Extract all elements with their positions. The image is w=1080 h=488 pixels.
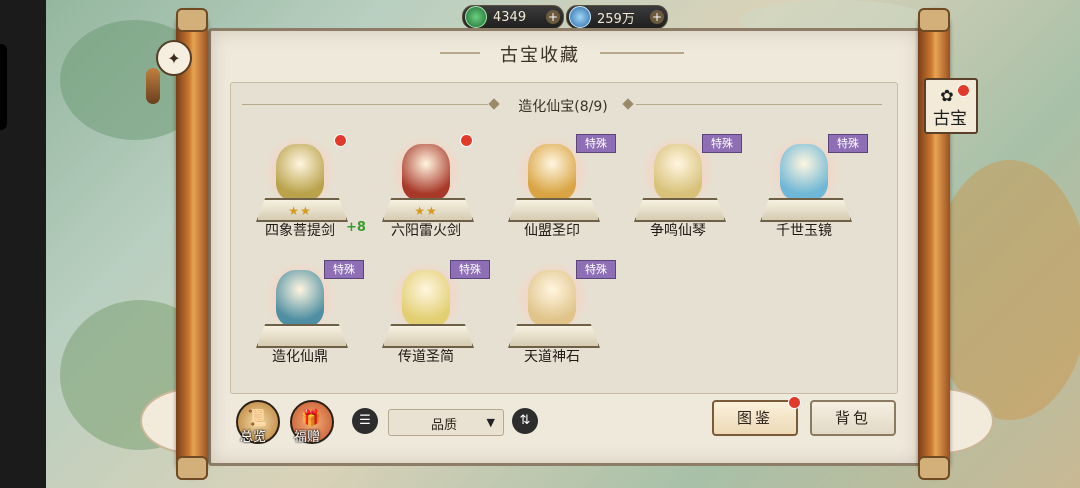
chevron-down-icon: ▼ [486, 416, 495, 429]
spirit-crystal-icon [569, 6, 591, 28]
treasure-art-icon [528, 144, 576, 200]
back-icon: ✦ [167, 48, 181, 68]
scenery-buildings [930, 160, 1080, 420]
item-pedestal [760, 198, 852, 222]
treasure-item[interactable]: ★★ 四象菩提剑 +8 [250, 130, 366, 250]
treasure-tab-label: 古宝 [933, 109, 967, 129]
treasure-item[interactable]: ★★ 六阳雷火剑 [376, 130, 476, 250]
rod-cap-left-bottom [176, 456, 208, 480]
rod-cap-left-top [176, 8, 208, 32]
special-badge: 特殊 [576, 260, 616, 279]
item-name: 仙盟圣印 [524, 223, 580, 239]
jade-coin-icon [465, 6, 487, 28]
treasure-icon: ✿ [940, 86, 954, 105]
section-title: 造化仙宝(8/9) [518, 99, 608, 115]
item-name: 造化仙鼎 [272, 349, 328, 365]
gift-bag-icon: 🎁 [301, 408, 321, 427]
item-name: 传道圣简 [398, 349, 454, 365]
special-badge: 特殊 [702, 134, 742, 153]
treasure-art-icon [780, 144, 828, 200]
scroll-icon: 📜 [247, 408, 267, 427]
currency-crystal: 259万 + [566, 5, 668, 29]
tassel-ornament [146, 68, 160, 104]
treasure-item[interactable]: 天道神石 特殊 [502, 256, 616, 376]
atlas-alert-dot [788, 396, 801, 409]
device-notch [0, 44, 7, 130]
page-title: 古宝收藏 [500, 45, 580, 66]
item-name: 六阳雷火剑 [391, 223, 461, 239]
item-pedestal [256, 324, 348, 348]
item-pedestal [508, 324, 600, 348]
item-stars: ★★ [414, 204, 438, 218]
section-line-left [242, 104, 488, 105]
scroll-rod-left [176, 10, 208, 478]
rod-cap-right-top [918, 8, 950, 32]
sort-select[interactable]: 品质 ▼ [388, 409, 504, 436]
currency-crystal-value: 259万 [597, 11, 635, 27]
item-alert-dot [334, 134, 347, 147]
title-ornament-right [600, 52, 684, 54]
treasure-item[interactable]: 争鸣仙琴 特殊 [628, 130, 742, 250]
title-ornament-left [440, 52, 480, 54]
back-button[interactable]: ✦ [156, 40, 192, 76]
atlas-button[interactable]: 图鉴 [712, 400, 798, 436]
rod-cap-right-bottom [918, 456, 950, 480]
item-name: 争鸣仙琴 [650, 223, 706, 239]
treasure-tab-alert-dot [957, 84, 970, 97]
item-name: 四象菩提剑 [265, 223, 335, 239]
sort-order-icon[interactable]: ⇅ [512, 408, 538, 434]
item-pedestal [508, 198, 600, 222]
item-name: 千世玉镜 [776, 223, 832, 239]
add-jade-button[interactable]: + [546, 10, 560, 24]
special-badge: 特殊 [450, 260, 490, 279]
treasure-item[interactable]: 造化仙鼎 特殊 [250, 256, 364, 376]
add-crystal-button[interactable]: + [650, 10, 664, 24]
special-badge: 特殊 [324, 260, 364, 279]
gift-label: 福赠 [294, 430, 321, 445]
treasure-art-icon [276, 144, 324, 200]
item-pedestal [634, 198, 726, 222]
treasure-art-icon [276, 270, 324, 326]
treasure-item[interactable]: 千世玉镜 特殊 [754, 130, 868, 250]
item-bonus-level: +8 [346, 220, 366, 235]
item-name: 天道神石 [524, 349, 580, 365]
treasure-art-icon [654, 144, 702, 200]
section-line-right [636, 104, 882, 105]
treasure-item[interactable]: 传道圣简 特殊 [376, 256, 490, 376]
overview-label: 总览 [240, 430, 267, 445]
filter-list-icon[interactable]: ☰ [352, 408, 378, 434]
sort-select-value: 品质 [430, 418, 457, 433]
treasure-art-icon [528, 270, 576, 326]
currency-jade-value: 4349 [493, 9, 527, 25]
item-alert-dot [460, 134, 473, 147]
item-stars: ★★ [288, 204, 312, 218]
treasure-item[interactable]: 仙盟圣印 特殊 [502, 130, 616, 250]
special-badge: 特殊 [828, 134, 868, 153]
bag-button[interactable]: 背包 [810, 400, 896, 436]
treasure-art-icon [402, 270, 450, 326]
item-pedestal [382, 324, 474, 348]
currency-jade: 4349 + [462, 5, 564, 29]
special-badge: 特殊 [576, 134, 616, 153]
treasure-art-icon [402, 144, 450, 200]
